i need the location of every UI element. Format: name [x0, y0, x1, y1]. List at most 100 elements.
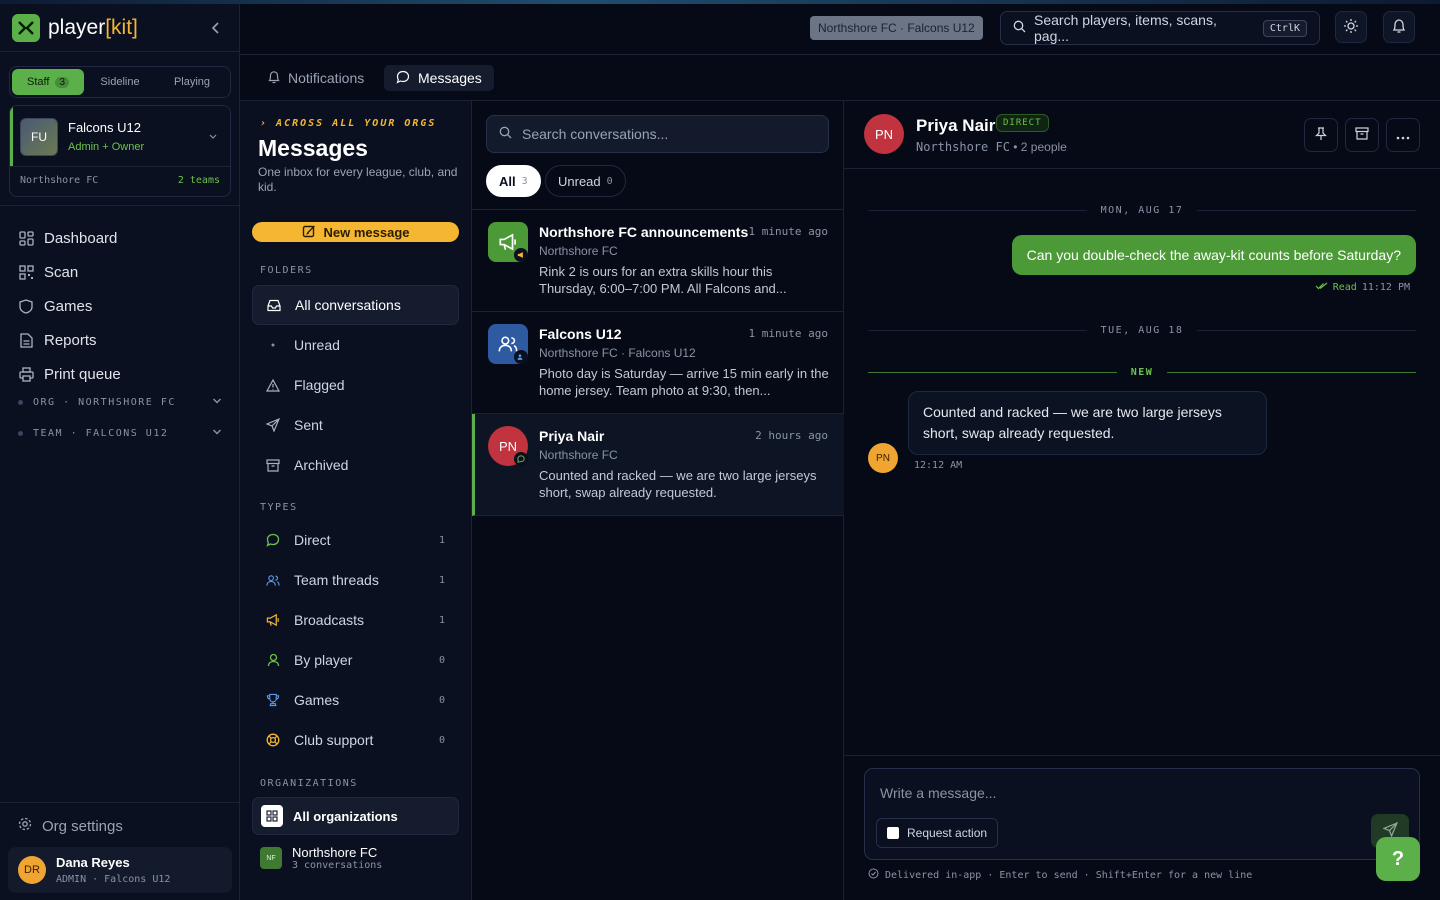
notifications-button[interactable] — [1383, 11, 1415, 43]
org-label: Northshore FC — [292, 845, 378, 860]
folder-label: All conversations — [295, 297, 401, 313]
filter-unread[interactable]: Unread 0 — [545, 165, 626, 197]
nav-label: Reports — [44, 331, 97, 349]
user-profile-card[interactable]: DR Dana Reyes ADMIN · Falcons U12 — [8, 847, 232, 893]
qr-scan-icon — [18, 264, 34, 280]
mode-tab-staff[interactable]: Staff 3 — [12, 69, 84, 95]
nav-label: Print queue — [44, 365, 121, 383]
thread-type-badge: DIRECT — [996, 114, 1049, 132]
message-composer[interactable]: Write a message... Request action — [864, 768, 1420, 860]
collapse-sidebar-icon[interactable] — [206, 18, 226, 38]
global-search-input[interactable]: Search players, items, scans, pag... Ctr… — [1000, 11, 1320, 45]
type-label: Games — [294, 692, 340, 708]
org-settings-link[interactable]: Org settings — [18, 817, 123, 835]
type-count: 1 — [438, 614, 445, 626]
nav-group-team[interactable]: TEAM · FALCONS U12 — [18, 428, 222, 439]
team-count: 2 teams — [177, 175, 220, 186]
thread-org: Northshore FC — [916, 140, 1010, 154]
mode-tab-sideline[interactable]: Sideline — [84, 69, 156, 95]
trophy-icon — [266, 693, 280, 707]
dot-icon — [266, 343, 280, 347]
team-org: Northshore FC — [20, 175, 99, 186]
type-count: 0 — [438, 734, 445, 746]
nav-item-print-queue[interactable]: Print queue — [18, 362, 121, 386]
divider — [0, 51, 240, 52]
mode-tab-playing[interactable]: Playing — [156, 69, 228, 95]
request-action-toggle[interactable]: Request action — [876, 818, 999, 848]
archive-icon — [266, 458, 280, 472]
conversation-item[interactable]: Northshore FC announcements 1 minute ago… — [472, 210, 844, 312]
folder-label: Archived — [294, 457, 349, 473]
mode-tab-count: 3 — [55, 76, 69, 88]
send-icon — [266, 418, 280, 432]
checkbox[interactable] — [887, 827, 899, 839]
more-options-button[interactable] — [1386, 118, 1420, 152]
type-label: Direct — [294, 532, 331, 548]
divider — [0, 205, 240, 206]
type-by-player[interactable]: By player 0 — [252, 640, 459, 680]
composer-placeholder: Write a message... — [880, 785, 997, 801]
ellipsis-icon — [1396, 127, 1410, 143]
divider — [0, 802, 240, 803]
folder-unread[interactable]: Unread — [252, 325, 459, 365]
app-logo[interactable]: player[kit] — [12, 14, 138, 42]
team-avatar: FU — [20, 118, 58, 156]
nav-label: Games — [44, 297, 93, 315]
read-label: Read — [1332, 282, 1357, 293]
users-badge-icon — [514, 350, 528, 364]
folder-archived[interactable]: Archived — [252, 445, 459, 485]
chat-bubble-icon — [396, 70, 410, 87]
new-message-button[interactable]: New message — [252, 222, 459, 242]
chevron-down-icon[interactable] — [208, 128, 218, 144]
type-broadcasts[interactable]: Broadcasts 1 — [252, 600, 459, 640]
filter-all[interactable]: All 3 — [486, 165, 541, 197]
theme-toggle-button[interactable] — [1335, 11, 1367, 43]
help-button[interactable]: ? — [1376, 837, 1420, 881]
type-count: 1 — [438, 534, 445, 546]
nav-item-games[interactable]: Games — [18, 294, 92, 318]
team-switcher-card[interactable]: FU Falcons U12 Admin + Owner Northshore … — [9, 105, 231, 197]
folder-all-conversations[interactable]: All conversations — [252, 285, 459, 325]
folder-flagged[interactable]: Flagged — [252, 365, 459, 405]
archive-button[interactable] — [1345, 118, 1379, 152]
type-club-support[interactable]: Club support 0 — [252, 720, 459, 760]
all-organizations-item[interactable]: All organizations — [252, 797, 459, 835]
conversation-item[interactable]: Falcons U12 1 minute ago Northshore FC ·… — [472, 312, 844, 414]
type-direct[interactable]: Direct 1 — [252, 520, 459, 560]
pin-button[interactable] — [1304, 118, 1338, 152]
message-time: 12:12 AM — [914, 460, 963, 471]
request-action-label: Request action — [907, 826, 988, 840]
context-badge[interactable]: Northshore FC · Falcons U12 — [810, 16, 983, 40]
section-label-types: TYPES — [260, 502, 298, 513]
org-avatar: NF — [260, 847, 282, 869]
avatar-initials: PN — [498, 438, 518, 454]
filter-label: All — [499, 173, 516, 189]
avatar: PN — [868, 443, 898, 473]
nav-item-scan[interactable]: Scan — [18, 260, 78, 284]
warning-triangle-icon — [266, 378, 280, 392]
type-team-threads[interactable]: Team threads 1 — [252, 560, 459, 600]
nav-group-org[interactable]: ORG · NORTHSHORE FC — [18, 397, 222, 408]
day-separator: TUE, AUG 18 — [868, 325, 1417, 336]
tab-messages[interactable]: Messages — [384, 65, 494, 91]
day-label: MON, AUG 17 — [1100, 205, 1184, 216]
type-count: 0 — [438, 694, 445, 706]
tab-notifications[interactable]: Notifications — [256, 65, 376, 91]
conversation-item-active[interactable]: PN Priya Nair 2 hours ago Northshore FC … — [472, 414, 844, 516]
gear-icon — [18, 817, 32, 835]
conversation-list: Search conversations... All 3 Unread 0 N… — [472, 101, 844, 900]
nav-item-reports[interactable]: Reports — [18, 328, 97, 352]
conversation-search-input[interactable]: Search conversations... — [486, 115, 829, 153]
page-subtitle: One inbox for every league, club, and ki… — [258, 165, 458, 194]
type-games[interactable]: Games 0 — [252, 680, 459, 720]
nav-item-dashboard[interactable]: Dashboard — [18, 226, 117, 250]
bullet-icon — [18, 400, 23, 405]
composer-hint-text: Delivered in-app · Enter to send · Shift… — [885, 869, 1253, 881]
megaphone-icon — [266, 613, 280, 627]
bell-icon — [1392, 18, 1406, 37]
thread-title: Priya Nair — [916, 116, 996, 135]
folder-sent[interactable]: Sent — [252, 405, 459, 445]
org-item-northshore[interactable]: NF Northshore FC 3 conversations — [252, 839, 459, 877]
chat-bubble-icon — [266, 533, 280, 547]
team-role: Admin + Owner — [68, 141, 145, 153]
